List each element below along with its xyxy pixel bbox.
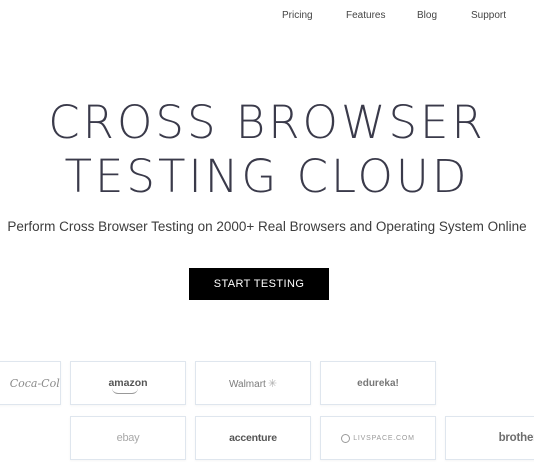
top-nav: Pricing Features Blog Support bbox=[0, 10, 534, 24]
hero-subtitle: Perform Cross Browser Testing on 2000+ R… bbox=[7, 219, 527, 234]
hero-title-line1: CROSS BROWSER bbox=[48, 96, 486, 149]
logo-card-brother[interactable]: brother bbox=[445, 416, 534, 460]
livspace-logo: LIVSPACE.COM bbox=[341, 433, 415, 443]
logo-card-coca-cola[interactable]: Coca-Cola bbox=[0, 361, 61, 405]
logo-card-accenture[interactable]: accenture bbox=[195, 416, 311, 460]
logo-card-ebay[interactable]: ebay bbox=[70, 416, 186, 460]
accenture-logo: accenture bbox=[229, 432, 277, 444]
walmart-logo: Walmart ✳ bbox=[229, 377, 277, 390]
amazon-logo: amazon bbox=[108, 377, 148, 394]
page: Pricing Features Blog Support CROSS BROW… bbox=[0, 0, 534, 462]
brother-logo: brother bbox=[498, 432, 534, 444]
ring-icon bbox=[341, 433, 351, 443]
livspace-logo-text: LIVSPACE.COM bbox=[353, 434, 415, 442]
hero-title-line2: TESTING CLOUD bbox=[64, 150, 470, 203]
start-testing-button[interactable]: START TESTING bbox=[189, 268, 329, 300]
logo-card-walmart[interactable]: Walmart ✳ bbox=[195, 361, 311, 405]
logo-card-amazon[interactable]: amazon bbox=[70, 361, 186, 405]
nav-item-features[interactable]: Features bbox=[346, 10, 385, 21]
nav-item-pricing[interactable]: Pricing bbox=[282, 10, 313, 21]
walmart-logo-text: Walmart bbox=[228, 378, 266, 390]
coca-cola-logo: Coca-Cola bbox=[9, 376, 61, 390]
nav-item-support[interactable]: Support bbox=[471, 10, 506, 21]
edureka-logo: edureka! bbox=[357, 377, 399, 389]
hero-title: CROSS BROWSER TESTING CLOUD bbox=[0, 96, 534, 204]
amazon-smile-icon bbox=[112, 388, 139, 394]
logo-card-edureka[interactable]: edureka! bbox=[320, 361, 436, 405]
spark-icon: ✳ bbox=[267, 377, 278, 390]
ebay-logo: ebay bbox=[116, 432, 140, 444]
logo-card-livspace[interactable]: LIVSPACE.COM bbox=[320, 416, 436, 460]
nav-item-blog[interactable]: Blog bbox=[417, 10, 437, 21]
